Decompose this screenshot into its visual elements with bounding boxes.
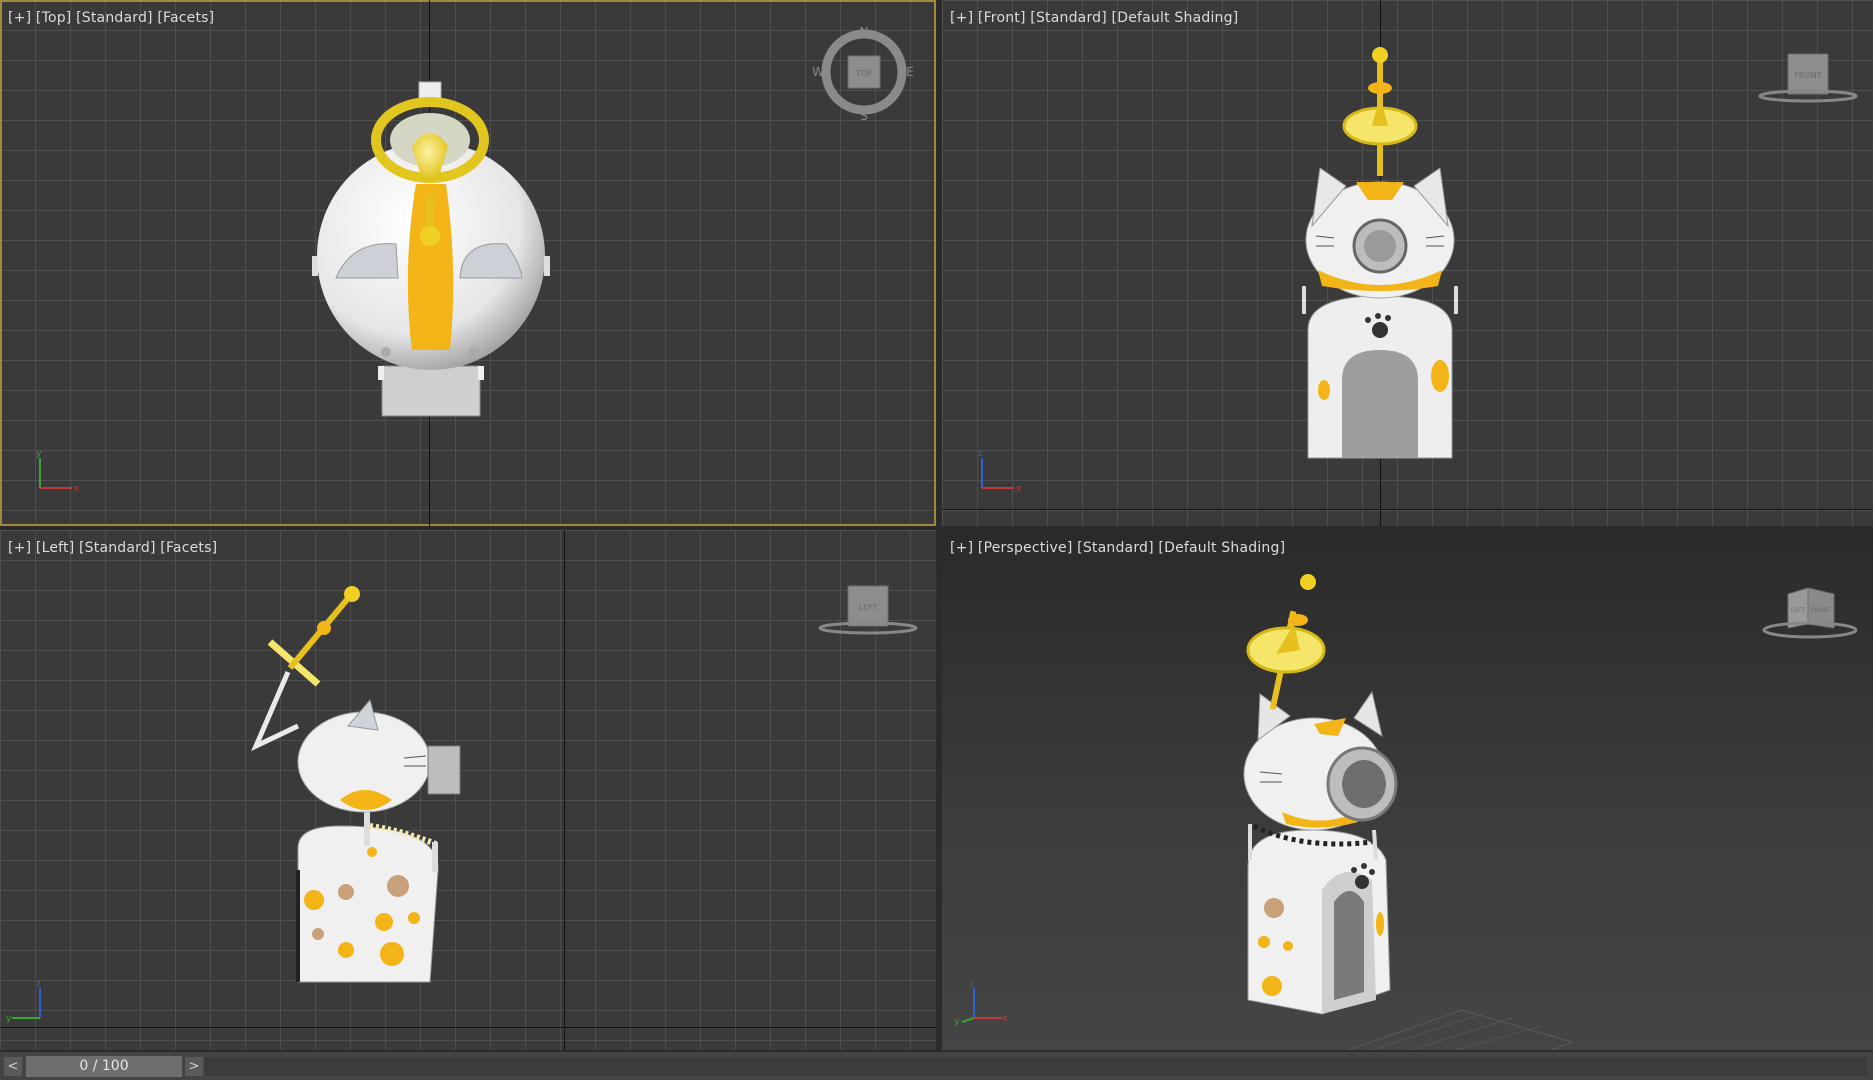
- axis-gizmo-top: y x: [36, 449, 80, 494]
- model-front-view[interactable]: [942, 0, 1873, 526]
- view-cube-face: LEFT: [859, 603, 878, 612]
- svg-text:x: x: [74, 484, 80, 494]
- view-cube-front[interactable]: FRONT: [1752, 50, 1862, 110]
- viewport-perspective[interactable]: [+] [Perspective] [Standard] [Default Sh…: [942, 530, 1873, 1050]
- timeline-bar: < 0 / 100 >: [0, 1052, 1873, 1080]
- svg-text:z: z: [970, 979, 975, 989]
- axis-gizmo-front: z x: [978, 449, 1022, 494]
- view-cube-top[interactable]: TOP N S E W: [812, 24, 916, 120]
- svg-text:z: z: [36, 979, 41, 989]
- model-left-view[interactable]: [0, 530, 936, 1050]
- svg-text:E: E: [906, 65, 914, 79]
- axis-gizmo-perspective: z x y: [954, 979, 1008, 1026]
- timeline-track[interactable]: [205, 1057, 1867, 1076]
- viewport-top[interactable]: [+] [Top] [Standard] [Facets] TOP N S E …: [0, 0, 936, 526]
- svg-text:x: x: [1002, 1014, 1008, 1024]
- view-cube-face: FRONT: [1794, 71, 1821, 80]
- svg-text:x: x: [1016, 484, 1022, 494]
- svg-text:LEFT: LEFT: [1791, 607, 1805, 614]
- model-perspective-view[interactable]: [942, 530, 1873, 1050]
- view-cube-face: TOP: [855, 69, 872, 78]
- svg-text:N: N: [860, 25, 869, 39]
- svg-text:y: y: [36, 449, 42, 459]
- view-cube-perspective[interactable]: LEFT FRONT: [1752, 580, 1862, 644]
- svg-text:y: y: [954, 1017, 960, 1026]
- axis-gizmo-left: z y: [6, 979, 41, 1024]
- svg-text:FRONT: FRONT: [1811, 607, 1832, 614]
- time-slider[interactable]: 0 / 100: [26, 1056, 182, 1077]
- svg-text:S: S: [860, 109, 868, 120]
- viewport-left[interactable]: [+] [Left] [Standard] [Facets] LEFT z y: [0, 530, 936, 1050]
- viewport-front[interactable]: [+] [Front] [Standard] [Default Shading]…: [942, 0, 1873, 526]
- svg-text:W: W: [812, 65, 824, 79]
- timeline-prev-button[interactable]: <: [4, 1057, 22, 1076]
- svg-text:y: y: [6, 1014, 12, 1024]
- svg-text:z: z: [978, 449, 983, 459]
- view-cube-left[interactable]: LEFT: [812, 582, 922, 642]
- timeline-next-button[interactable]: >: [185, 1057, 203, 1076]
- model-top-view[interactable]: [0, 0, 936, 526]
